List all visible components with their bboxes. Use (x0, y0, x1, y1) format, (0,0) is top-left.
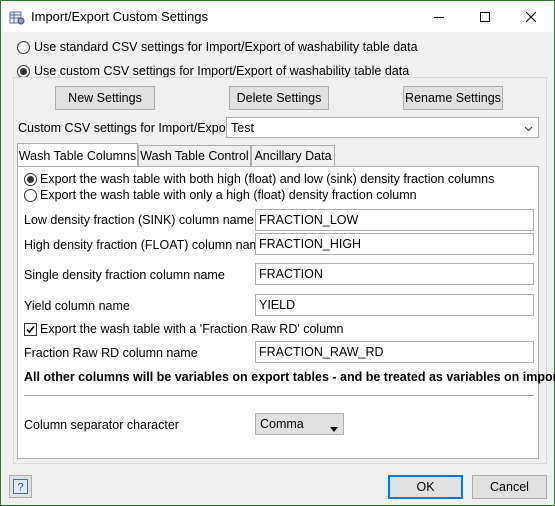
divider (24, 395, 534, 396)
ok-button[interactable]: OK (388, 475, 463, 499)
separator-label: Column separator character (24, 418, 179, 432)
raw-rd-value: FRACTION_RAW_RD (259, 345, 384, 359)
high-density-value: FRACTION_HIGH (259, 237, 362, 251)
low-density-field[interactable]: FRACTION_LOW (255, 209, 534, 231)
separator-value: Comma (260, 417, 304, 431)
tab-wash-table-control[interactable]: Wash Table Control (138, 145, 251, 167)
delete-settings-button[interactable]: Delete Settings (229, 86, 329, 110)
yield-label: Yield column name (24, 299, 130, 313)
tab-ancillary-data[interactable]: Ancillary Data (251, 145, 335, 167)
raw-rd-checkbox-label[interactable]: Export the wash table with a 'Fraction R… (40, 322, 344, 336)
low-density-value: FRACTION_LOW (259, 213, 359, 227)
export-both-radio[interactable] (24, 173, 37, 186)
export-high-only-label[interactable]: Export the wash table with only a high (… (40, 188, 417, 202)
minimize-icon (434, 16, 444, 18)
separator-select[interactable]: Comma (255, 413, 344, 435)
raw-rd-label: Fraction Raw RD column name (24, 346, 198, 360)
close-icon (526, 11, 536, 22)
checkmark-icon (26, 325, 35, 334)
tab-wash-table-columns[interactable]: Wash Table Columns (17, 143, 138, 167)
standard-csv-radio[interactable] (17, 41, 30, 54)
table-gear-icon (9, 9, 25, 25)
single-density-field[interactable]: FRACTION (255, 263, 534, 285)
cancel-button[interactable]: Cancel (472, 475, 547, 499)
window-title: Import/Export Custom Settings (31, 9, 209, 24)
help-icon: ? (13, 479, 28, 494)
rename-settings-button[interactable]: Rename Settings (403, 86, 503, 110)
standard-csv-label[interactable]: Use standard CSV settings for Import/Exp… (34, 40, 418, 54)
minimize-button[interactable] (416, 1, 462, 32)
settings-select-value: Test (231, 120, 254, 135)
high-density-label: High density fraction (FLOAT) column nam… (24, 238, 267, 252)
export-both-label[interactable]: Export the wash table with both high (fl… (40, 172, 494, 186)
tab-page-wash-table-columns: Export the wash table with both high (fl… (17, 166, 555, 459)
settings-select[interactable]: Test (226, 117, 539, 138)
new-settings-button[interactable]: New Settings (55, 86, 155, 110)
settings-select-label: Custom CSV settings for Import/Export (18, 121, 234, 135)
custom-csv-label[interactable]: Use custom CSV settings for Import/Expor… (34, 64, 409, 78)
raw-rd-field[interactable]: FRACTION_RAW_RD (255, 341, 534, 363)
caret-down-icon (330, 421, 338, 435)
yield-field[interactable]: YIELD (255, 294, 534, 316)
maximize-button[interactable] (462, 1, 508, 32)
dialog-content: Use standard CSV settings for Import/Exp… (1, 32, 555, 505)
help-button[interactable]: ? (9, 475, 32, 498)
low-density-label: Low density fraction (SINK) column name (24, 213, 254, 227)
chevron-down-icon (524, 122, 533, 136)
single-density-label: Single density fraction column name (24, 268, 225, 282)
yield-value: YIELD (259, 298, 296, 312)
svg-text:?: ? (17, 482, 23, 494)
title-bar[interactable]: Import/Export Custom Settings (1, 1, 554, 32)
close-button[interactable] (508, 1, 554, 32)
maximize-icon (480, 11, 490, 22)
raw-rd-checkbox[interactable] (24, 323, 37, 336)
high-density-field[interactable]: FRACTION_HIGH (255, 233, 534, 255)
columns-note: All other columns will be variables on e… (24, 370, 555, 384)
single-density-value: FRACTION (259, 267, 323, 281)
export-high-only-radio[interactable] (24, 189, 37, 202)
dialog-window: Import/Export Custom Settings Use standa… (0, 0, 555, 506)
